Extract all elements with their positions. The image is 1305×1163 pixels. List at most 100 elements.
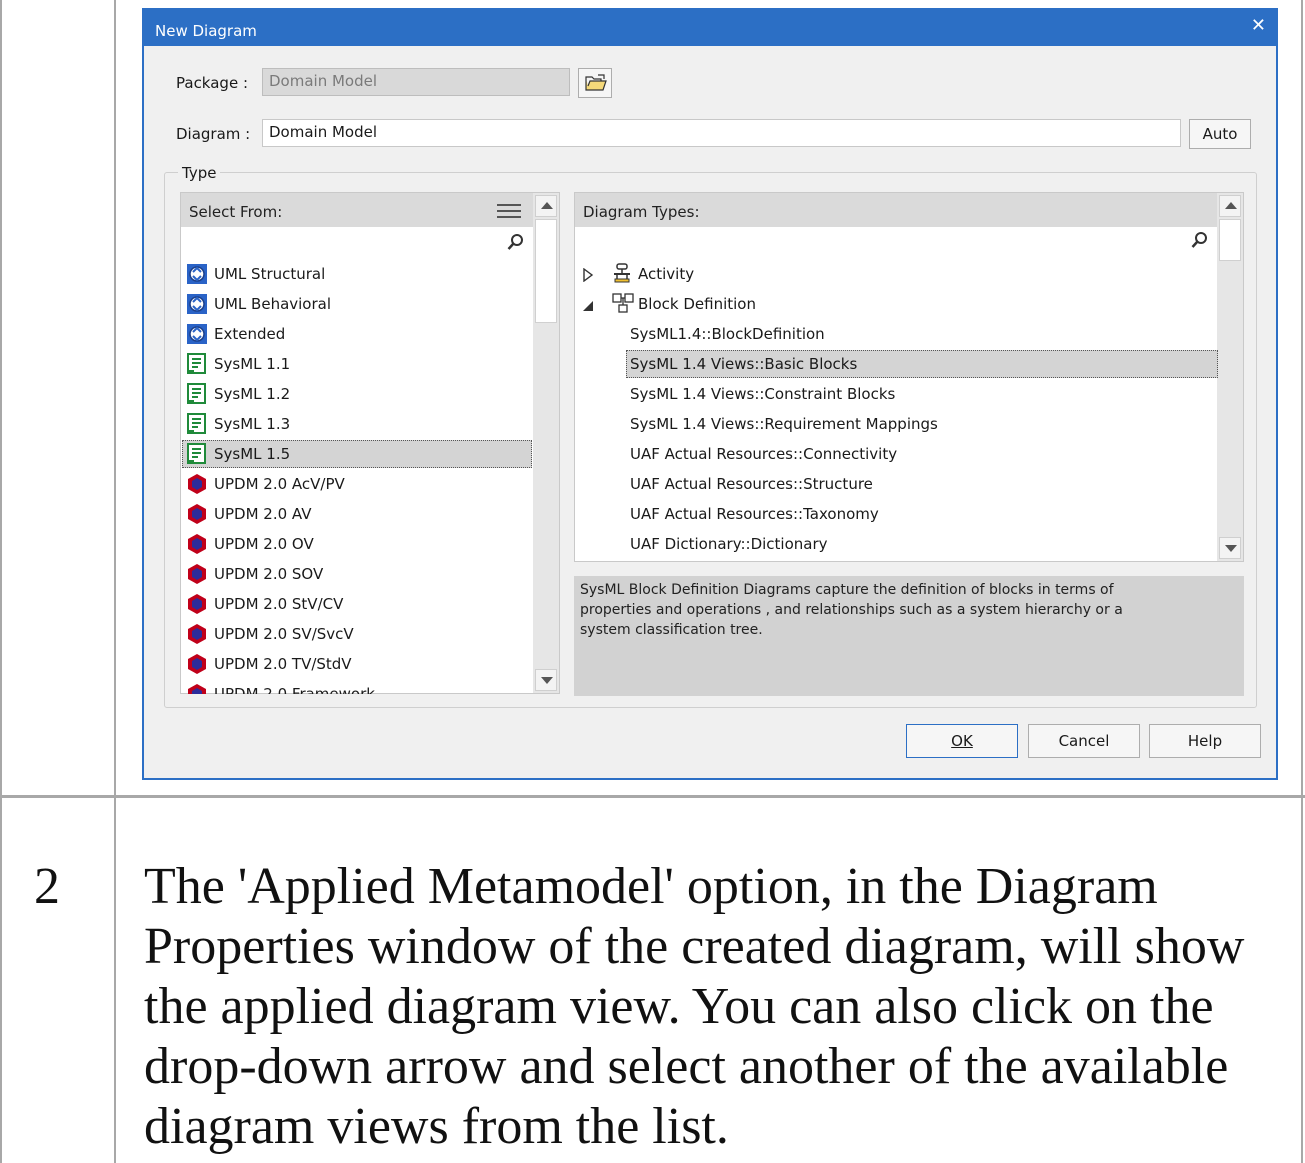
scroll-down-button[interactable] xyxy=(535,669,557,691)
scroll-thumb[interactable] xyxy=(535,219,557,323)
select-from-scrollbar[interactable] xyxy=(533,193,559,693)
select-from-item[interactable]: UPDM 2.0 Framework xyxy=(182,680,532,694)
scroll-thumb[interactable] xyxy=(1219,219,1241,261)
select-from-item[interactable]: Extended xyxy=(182,320,532,348)
step-line: diagram views from the list. xyxy=(144,1098,729,1155)
scroll-down-button[interactable] xyxy=(1219,537,1241,559)
cancel-button[interactable]: Cancel xyxy=(1028,724,1140,758)
browse-package-button[interactable] xyxy=(578,68,612,98)
updm-icon xyxy=(186,683,208,694)
scroll-up-button[interactable] xyxy=(535,195,557,217)
step-number: 2 xyxy=(34,858,60,915)
diagram-type-label: UAF Actual Resources::Taxonomy xyxy=(630,505,879,523)
table-border-right xyxy=(1301,0,1303,1163)
new-diagram-dialog: New Diagram ✕ Package : Domain Model Dia… xyxy=(142,8,1278,780)
select-from-item-label: UML Structural xyxy=(214,265,326,283)
select-from-item-label: UPDM 2.0 SOV xyxy=(214,565,324,583)
table-divider-vertical xyxy=(114,0,116,1163)
diagram-type-item[interactable]: SysML 1.4 Views::Constraint Blocks xyxy=(576,380,1216,408)
select-from-item[interactable]: UPDM 2.0 SV/SvcV xyxy=(182,620,532,648)
type-group-label: Type xyxy=(178,164,221,182)
select-from-item-label: UPDM 2.0 SV/SvcV xyxy=(214,625,354,643)
search-icon[interactable] xyxy=(507,233,525,255)
diagram-type-label: SysML 1.4 Views::Basic Blocks xyxy=(630,355,858,373)
search-icon[interactable] xyxy=(1191,231,1209,253)
select-from-item-label: SysML 1.2 xyxy=(214,385,291,403)
diagram-types-scrollbar[interactable] xyxy=(1217,193,1243,561)
updm-icon xyxy=(186,623,208,648)
select-from-item-label: UPDM 2.0 OV xyxy=(214,535,314,553)
package-field: Domain Model xyxy=(262,68,570,96)
collapsed-arrow-icon[interactable] xyxy=(582,267,594,286)
diagram-type-label: Block Definition xyxy=(638,295,756,313)
select-from-title: Select From: xyxy=(189,203,283,221)
select-from-item[interactable]: UPDM 2.0 TV/StdV xyxy=(182,650,532,678)
diagram-type-item[interactable]: UAF Dictionary::Dictionary xyxy=(576,530,1216,558)
select-from-item[interactable]: UPDM 2.0 AV xyxy=(182,500,532,528)
sysml-icon xyxy=(186,443,208,468)
diagram-type-description: SysML Block Definition Diagrams capture … xyxy=(574,576,1244,696)
select-from-item-label: UPDM 2.0 AcV/PV xyxy=(214,475,345,493)
updm-icon xyxy=(186,563,208,588)
dialog-titlebar: New Diagram ✕ xyxy=(144,10,1276,46)
diagram-type-item[interactable]: SysML1.4::BlockDefinition xyxy=(576,320,1216,348)
scroll-up-button[interactable] xyxy=(1219,195,1241,217)
diagram-type-item[interactable]: SysML 1.4 Views::Requirement Mappings xyxy=(576,410,1216,438)
diagram-name-input[interactable]: Domain Model xyxy=(262,119,1181,147)
description-line: properties and operations , and relation… xyxy=(580,602,1123,618)
select-from-item[interactable]: UPDM 2.0 AcV/PV xyxy=(182,470,532,498)
cancel-label: Cancel xyxy=(1058,732,1110,750)
diagram-type-label: UAF Actual Resources::Connectivity xyxy=(630,445,898,463)
dialog-title: New Diagram xyxy=(155,22,257,40)
expanded-arrow-icon[interactable] xyxy=(582,298,594,316)
diagram-label: Diagram : xyxy=(176,125,251,143)
select-from-item[interactable]: SysML 1.1 xyxy=(182,350,532,378)
auto-button[interactable]: Auto xyxy=(1189,119,1251,149)
updm-icon xyxy=(186,653,208,678)
close-icon[interactable]: ✕ xyxy=(1251,15,1266,36)
diagram-type-label: SysML1.4::BlockDefinition xyxy=(630,325,825,343)
select-from-item[interactable]: SysML 1.2 xyxy=(182,380,532,408)
select-from-item[interactable]: UML Behavioral xyxy=(182,290,532,318)
diagram-type-group[interactable]: Block Definition xyxy=(576,290,1216,318)
diagram-type-group[interactable]: Activity xyxy=(576,260,1216,288)
sysml-icon xyxy=(186,413,208,438)
uml-icon xyxy=(186,263,208,288)
select-from-item[interactable]: SysML 1.3 xyxy=(182,410,532,438)
step-description: The 'Applied Metamodel' option, in the D… xyxy=(144,857,1244,1157)
ok-label: OK xyxy=(951,732,973,750)
select-from-item[interactable]: UML Structural xyxy=(182,260,532,288)
select-from-item-label: UML Behavioral xyxy=(214,295,332,313)
ok-button[interactable]: OK xyxy=(906,724,1018,758)
help-button[interactable]: Help xyxy=(1149,724,1261,758)
diagram-type-label: UAF Dictionary::Dictionary xyxy=(630,535,828,553)
step-line: drop-down arrow and select another of th… xyxy=(144,1038,1229,1095)
select-from-item-label: UPDM 2.0 Framework xyxy=(214,685,375,694)
menu-icon[interactable] xyxy=(497,203,521,223)
diagram-type-item[interactable]: UAF Actual Resources::Taxonomy xyxy=(576,500,1216,528)
block-definition-icon xyxy=(612,293,634,317)
diagram-type-item[interactable]: UAF Actual Resources::Connectivity xyxy=(576,440,1216,468)
select-from-item[interactable]: UPDM 2.0 SOV xyxy=(182,560,532,588)
select-from-item-label: Extended xyxy=(214,325,286,343)
diagram-type-label: Activity xyxy=(638,265,695,283)
select-from-item-label: UPDM 2.0 AV xyxy=(214,505,312,523)
select-from-item-label: UPDM 2.0 StV/CV xyxy=(214,595,344,613)
select-from-item[interactable]: UPDM 2.0 OV xyxy=(182,530,532,558)
diagram-type-item[interactable]: UAF Actual Resources::Structure xyxy=(576,470,1216,498)
diagram-types-title: Diagram Types: xyxy=(583,203,700,221)
select-from-header: Select From: xyxy=(181,193,559,227)
package-label: Package : xyxy=(176,74,248,92)
select-from-item[interactable]: UPDM 2.0 StV/CV xyxy=(182,590,532,618)
select-from-item-label: SysML 1.3 xyxy=(214,415,291,433)
updm-icon xyxy=(186,593,208,618)
diagram-type-item[interactable]: SysML 1.4 Views::Basic Blocks xyxy=(626,350,1218,378)
select-from-item[interactable]: SysML 1.5 xyxy=(182,440,532,468)
select-from-item-label: SysML 1.1 xyxy=(214,355,291,373)
step-line: The 'Applied Metamodel' option, in the D… xyxy=(144,858,1158,915)
step-line: the applied diagram view. You can also c… xyxy=(144,978,1214,1035)
sysml-icon xyxy=(186,383,208,408)
uml-icon xyxy=(186,293,208,318)
table-row-divider xyxy=(0,795,1305,798)
step-line: Properties window of the created diagram… xyxy=(144,918,1245,975)
